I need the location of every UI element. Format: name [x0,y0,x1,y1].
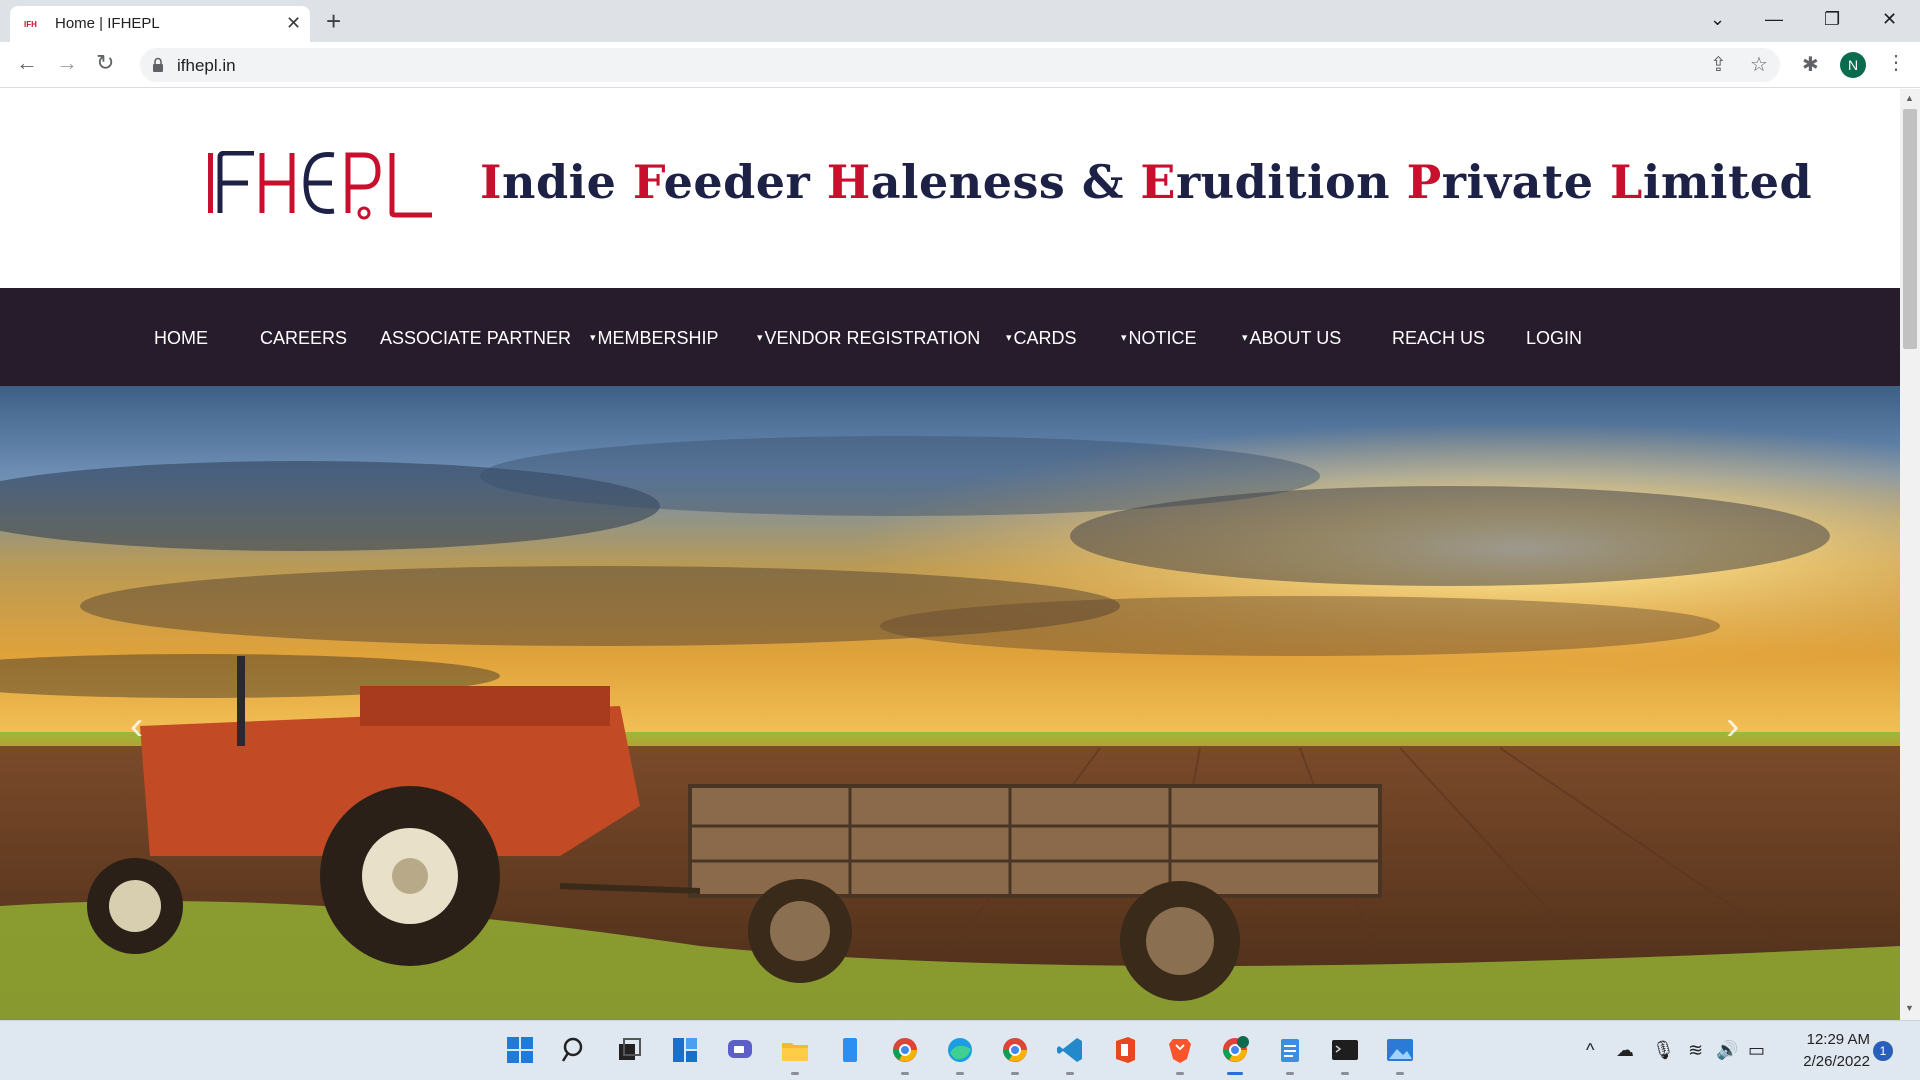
scroll-up-icon[interactable]: ▲ [1905,93,1914,103]
nav-associate-partner[interactable]: ASSOCIATE PARTNER [380,328,571,349]
tray-overflow-chevron-icon[interactable]: ^ [1586,1039,1594,1061]
nav-login[interactable]: LOGIN [1526,328,1582,349]
scroll-down-icon[interactable]: ▼ [1905,1003,1914,1013]
running-indicator [1066,1072,1074,1075]
nav-notice[interactable]: ▾ NOTICE [1121,328,1197,349]
share-icon[interactable]: ⇪ [1710,52,1727,78]
browser-tab-active[interactable]: IFH Home | IFHEPL ✕ [10,6,310,42]
photos-icon[interactable] [1385,1035,1415,1065]
widgets-icon[interactable] [670,1035,700,1065]
dropdown-caret-icon: ▾ [1242,332,1248,344]
dropdown-caret-icon: ▾ [1006,332,1012,344]
site-header: Indie Feeder Haleness & Erudition Privat… [0,89,1900,288]
windows-taskbar: ^ ☁ 🎙 ≋ 🔊 ▭ 12:29 AM 2/26/2022 1 [0,1020,1920,1080]
terminal-icon[interactable] [1330,1035,1360,1065]
carousel-next-button[interactable]: › [1726,706,1739,746]
running-indicator [1286,1072,1294,1075]
company-name-word: Private [1406,155,1610,209]
nav-reach-us[interactable]: REACH US [1392,328,1485,349]
tab-title: Home | IFHEPL [55,15,160,32]
nav-about-us[interactable]: ▾ ABOUT US [1242,328,1341,349]
dropdown-caret-icon: ▾ [1121,332,1127,344]
company-name-word: Feeder [632,155,827,209]
office-icon[interactable] [1110,1035,1140,1065]
profile-avatar[interactable]: N [1840,52,1866,78]
company-name-word: Indie [480,155,633,209]
running-indicator [1011,1072,1019,1075]
start-windows-icon[interactable] [505,1035,535,1065]
running-indicator [901,1072,909,1075]
file-explorer-icon[interactable] [780,1035,810,1065]
company-name-word: Haleness & [826,155,1141,209]
browser-menu-icon[interactable]: ⋮ [1886,50,1906,76]
minimize-button[interactable]: — [1765,6,1783,32]
page-scrollbar[interactable]: ▲ ▼ [1900,89,1920,1020]
chrome-icon[interactable] [890,1035,920,1065]
notepad-icon[interactable] [1275,1035,1305,1065]
notification-badge[interactable]: 1 [1873,1041,1893,1061]
hero-carousel: ‹ › [0,386,1900,1020]
clock-date[interactable]: 2/26/2022 [1780,1053,1870,1070]
running-indicator [1341,1072,1349,1075]
running-indicator [956,1072,964,1075]
page-viewport: Indie Feeder Haleness & Erudition Privat… [0,89,1900,1020]
edge-icon[interactable] [945,1035,975,1065]
onedrive-icon[interactable]: ☁ [1616,1039,1634,1061]
clock-time[interactable]: 12:29 AM [1790,1031,1870,1048]
dropdown-caret-icon: ▾ [757,332,763,344]
running-indicator [1396,1072,1404,1075]
notepad-blue-icon[interactable] [835,1035,865,1065]
company-name-word: Limited [1610,155,1813,209]
battery-icon[interactable]: ▭ [1748,1039,1765,1061]
running-indicator [791,1072,799,1075]
nav-careers[interactable]: CAREERS [260,328,347,349]
tab-close-icon[interactable]: ✕ [286,13,301,33]
url-text[interactable]: ifhepl.in [177,56,236,76]
reload-button[interactable]: ↻ [96,50,114,76]
tab-search-icon[interactable]: ⌄ [1710,6,1725,32]
company-name-heading: Indie Feeder Haleness & Erudition Privat… [480,155,1812,209]
browser-toolbar: ← → ↻ ifhepl.in ⇪ ☆ ✱ N ⋮ [0,42,1920,88]
close-window-button[interactable]: ✕ [1882,6,1897,32]
back-button[interactable]: ← [16,50,38,76]
new-tab-button[interactable]: + [326,7,341,35]
microphone-icon[interactable]: 🎙 [1652,1039,1675,1061]
bookmark-star-icon[interactable]: ☆ [1750,52,1768,78]
chrome-profile-icon[interactable] [1000,1035,1030,1065]
running-indicator [1176,1072,1184,1075]
ifhepl-logo[interactable] [206,151,436,221]
ifhepl-favicon-icon: IFH [24,20,37,29]
active-indicator [1227,1072,1243,1075]
address-bar[interactable]: ifhepl.in ⇪ ☆ [140,48,1780,82]
chrome-active-icon[interactable] [1220,1035,1250,1065]
tab-strip: IFH Home | IFHEPL ✕ + ⌄ — ❐ ✕ [0,0,1920,42]
restore-button[interactable]: ❐ [1824,6,1840,32]
nav-home[interactable]: HOME [154,328,208,349]
lock-icon[interactable] [152,57,164,73]
hero-image-tractor-field [0,386,1900,1020]
dropdown-caret-icon: ▾ [590,332,596,344]
company-name-word: Erudition [1140,155,1407,209]
task-view-icon[interactable] [615,1035,645,1065]
volume-icon[interactable]: 🔊 [1716,1039,1738,1061]
nav-cards[interactable]: ▾ CARDS [1006,328,1077,349]
forward-button[interactable]: → [56,50,78,76]
carousel-prev-button[interactable]: ‹ [130,706,143,746]
wifi-icon[interactable]: ≋ [1688,1039,1703,1061]
svg-text:IFH: IFH [24,20,37,29]
teams-chat-icon[interactable] [725,1035,755,1065]
nav-membership[interactable]: ▾ MEMBERSHIP [590,328,719,349]
search-icon[interactable] [560,1035,590,1065]
brave-icon[interactable] [1165,1035,1195,1065]
scroll-thumb[interactable] [1903,109,1917,349]
nav-vendor-registration[interactable]: ▾ VENDOR REGISTRATION [757,328,980,349]
extensions-icon[interactable]: ✱ [1802,54,1819,76]
main-navigation: HOME CAREERS ASSOCIATE PARTNER ▾ MEMBERSH… [0,288,1900,386]
vscode-icon[interactable] [1055,1035,1085,1065]
